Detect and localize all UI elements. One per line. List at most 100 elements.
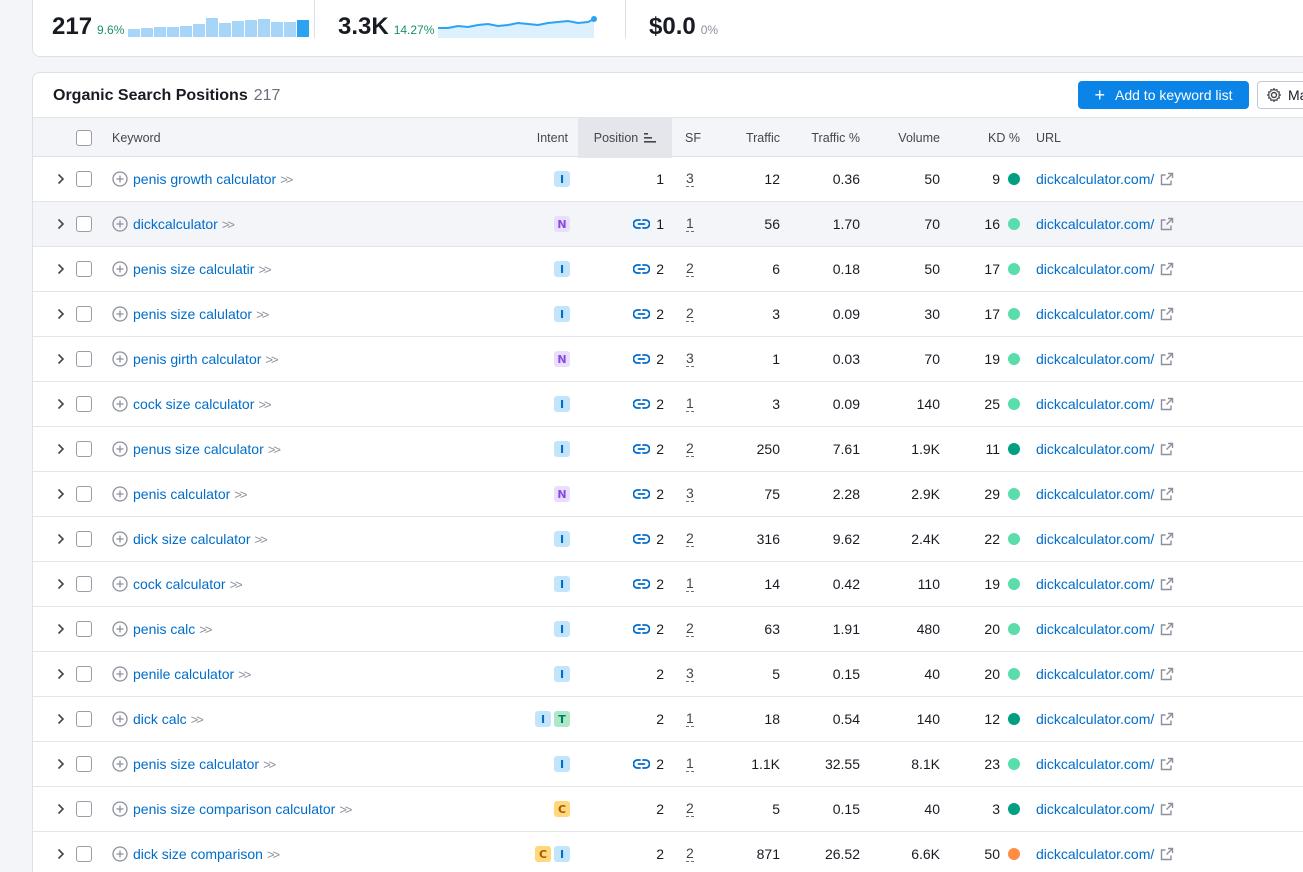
add-keyword-plus-icon[interactable]	[112, 261, 128, 277]
keyword-link[interactable]: penis growth calculator	[133, 171, 276, 187]
intent-badge[interactable]: C	[554, 801, 570, 817]
table-row[interactable]: dick size calculator >> I 2 2 316 9.62 2.4K 22 di…	[33, 517, 1303, 562]
table-row[interactable]: dick calc >> I T 2 1 18 0.54 140 12 dickcalculator…	[33, 697, 1303, 742]
keyword-link[interactable]: penus size calculator	[133, 441, 264, 457]
serp-features-count[interactable]: 2	[686, 801, 694, 817]
external-link-icon[interactable]	[1160, 577, 1174, 591]
url-link[interactable]: dickcalculator.com/	[1036, 351, 1154, 367]
keyword-link[interactable]: penis size comparison calculator	[133, 801, 335, 817]
expand-row-chevron-icon[interactable]	[53, 832, 69, 872]
keywords-metric[interactable]: 217 9.6%	[52, 5, 310, 41]
link-icon[interactable]	[633, 263, 651, 275]
expand-row-chevron-icon[interactable]	[53, 472, 69, 516]
external-link-icon[interactable]	[1160, 667, 1174, 681]
expand-row-chevron-icon[interactable]	[53, 787, 69, 831]
url-link[interactable]: dickcalculator.com/	[1036, 711, 1154, 727]
url-link[interactable]: dickcalculator.com/	[1036, 216, 1154, 232]
keyword-details-chevrons-icon[interactable]: >>	[258, 397, 271, 412]
add-keyword-plus-icon[interactable]	[112, 711, 128, 727]
url-link[interactable]: dickcalculator.com/	[1036, 441, 1154, 457]
serp-features-count[interactable]: 2	[686, 621, 694, 637]
serp-features-count[interactable]: 2	[686, 261, 694, 277]
column-header-traffic[interactable]: Traffic	[713, 118, 780, 158]
expand-row-chevron-icon[interactable]	[53, 337, 69, 381]
serp-features-count[interactable]: 2	[686, 441, 694, 457]
serp-features-count[interactable]: 3	[686, 171, 694, 187]
row-checkbox[interactable]	[76, 562, 92, 606]
keyword-details-chevrons-icon[interactable]: >>	[199, 622, 212, 637]
keyword-link[interactable]: cock calculator	[133, 576, 226, 592]
table-row[interactable]: dick size comparison >> C I 2 2 871 26.52 6.6K 50…	[33, 832, 1303, 872]
add-keyword-plus-icon[interactable]	[112, 396, 128, 412]
keyword-details-chevrons-icon[interactable]: >>	[222, 217, 235, 232]
url-link[interactable]: dickcalculator.com/	[1036, 621, 1154, 637]
link-icon[interactable]	[633, 218, 651, 230]
serp-features-cell[interactable]: 2	[686, 427, 706, 471]
row-checkbox[interactable]	[76, 202, 92, 246]
external-link-icon[interactable]	[1160, 712, 1174, 726]
keyword-link[interactable]: penile calculator	[133, 666, 234, 682]
external-link-icon[interactable]	[1160, 442, 1174, 456]
intent-badge[interactable]: I	[554, 576, 570, 592]
row-checkbox[interactable]	[76, 652, 92, 696]
expand-row-chevron-icon[interactable]	[53, 562, 69, 606]
table-row[interactable]: penus size calculator >> I 2 2 250 7.61 1.9K 11 d…	[33, 427, 1303, 472]
intent-badge[interactable]: I	[554, 441, 570, 457]
external-link-icon[interactable]	[1160, 802, 1174, 816]
serp-features-cell[interactable]: 2	[686, 607, 706, 651]
add-to-keyword-list-button[interactable]: + Add to keyword list	[1078, 81, 1249, 109]
keyword-link[interactable]: penis calc	[133, 621, 195, 637]
serp-features-cell[interactable]: 2	[686, 247, 706, 291]
table-row[interactable]: penis size calulator >> I 2 2 3 0.09 30 17 dickca…	[33, 292, 1303, 337]
serp-features-cell[interactable]: 2	[686, 787, 706, 831]
url-link[interactable]: dickcalculator.com/	[1036, 486, 1154, 502]
keyword-details-chevrons-icon[interactable]: >>	[230, 577, 243, 592]
serp-features-count[interactable]: 1	[686, 756, 694, 772]
keyword-details-chevrons-icon[interactable]: >>	[258, 262, 271, 277]
serp-features-count[interactable]: 3	[686, 351, 694, 367]
intent-badge[interactable]: I	[554, 666, 570, 682]
add-keyword-plus-icon[interactable]	[112, 531, 128, 547]
table-row[interactable]: cock size calculator >> I 2 1 3 0.09 140 25 dickc…	[33, 382, 1303, 427]
table-row[interactable]: penis girth calculator >> N 2 3 1 0.03 70 19 dick…	[33, 337, 1303, 382]
keyword-details-chevrons-icon[interactable]: >>	[280, 172, 293, 187]
row-checkbox[interactable]	[76, 517, 92, 561]
keyword-details-chevrons-icon[interactable]: >>	[263, 757, 276, 772]
keyword-link[interactable]: dick size comparison	[133, 846, 263, 862]
add-keyword-plus-icon[interactable]	[112, 666, 128, 682]
link-icon[interactable]	[633, 353, 651, 365]
keyword-link[interactable]: penis girth calculator	[133, 351, 261, 367]
link-icon[interactable]	[633, 398, 651, 410]
table-row[interactable]: penis calc >> I 2 2 63 1.91 480 20 dickcalculator…	[33, 607, 1303, 652]
column-header-keyword[interactable]: Keyword	[112, 118, 161, 158]
serp-features-count[interactable]: 2	[686, 531, 694, 547]
keyword-link[interactable]: dickcalculator	[133, 216, 218, 232]
keyword-details-chevrons-icon[interactable]: >>	[234, 487, 247, 502]
external-link-icon[interactable]	[1160, 262, 1174, 276]
intent-badge[interactable]: I	[554, 396, 570, 412]
column-header-volume[interactable]: Volume	[873, 118, 940, 158]
row-checkbox[interactable]	[76, 247, 92, 291]
serp-features-cell[interactable]: 2	[686, 517, 706, 561]
serp-features-count[interactable]: 2	[686, 846, 694, 862]
intent-badge[interactable]: I	[554, 306, 570, 322]
keyword-details-chevrons-icon[interactable]: >>	[268, 442, 281, 457]
add-keyword-plus-icon[interactable]	[112, 171, 128, 187]
serp-features-cell[interactable]: 1	[686, 562, 706, 606]
traffic-metric[interactable]: 3.3K 14.27%	[338, 5, 598, 41]
serp-features-cell[interactable]: 3	[686, 337, 706, 381]
serp-features-count[interactable]: 1	[686, 216, 694, 232]
select-all-checkbox[interactable]	[76, 118, 92, 158]
intent-badge[interactable]: I	[554, 621, 570, 637]
external-link-icon[interactable]	[1160, 397, 1174, 411]
serp-features-count[interactable]: 1	[686, 711, 694, 727]
add-keyword-plus-icon[interactable]	[112, 351, 128, 367]
expand-row-chevron-icon[interactable]	[53, 742, 69, 786]
intent-badge[interactable]: C	[535, 846, 551, 862]
table-row[interactable]: penis size calculatir >> I 2 2 6 0.18 50 17 dickc…	[33, 247, 1303, 292]
external-link-icon[interactable]	[1160, 307, 1174, 321]
intent-badge[interactable]: N	[554, 486, 570, 502]
intent-badge[interactable]: N	[554, 351, 570, 367]
external-link-icon[interactable]	[1160, 352, 1174, 366]
link-icon[interactable]	[633, 758, 651, 770]
